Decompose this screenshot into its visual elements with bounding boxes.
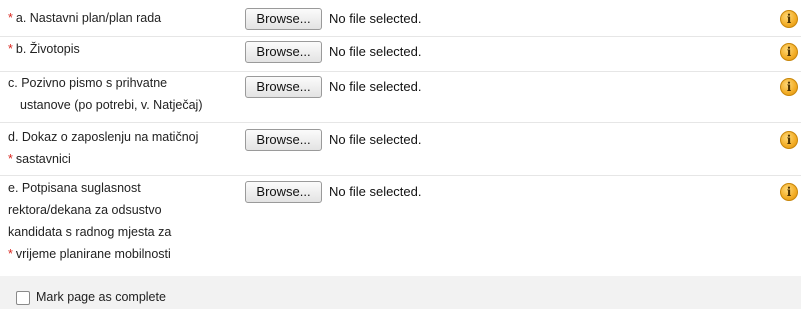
browse-button[interactable]: Browse...: [245, 41, 322, 63]
label-line: ustanove (po potrebi, v. Natječaj): [20, 98, 203, 112]
label-line: c. Pozivno pismo s prihvatne: [8, 76, 168, 90]
upload-label: c. Pozivno pismo s prihvatne ustanove (p…: [8, 72, 238, 116]
upload-row-nastavni-plan: * a. Nastavni plan/plan rada Browse... No…: [0, 0, 801, 37]
file-status: No file selected.: [329, 184, 422, 199]
info-icon[interactable]: i: [780, 131, 798, 149]
info-icon[interactable]: i: [780, 10, 798, 28]
mark-complete-label[interactable]: Mark page as complete: [36, 288, 166, 306]
upload-label: d. Dokaz o zaposlenju na matičnoj * sasta…: [8, 126, 238, 170]
required-marker: *: [8, 42, 13, 56]
browse-button[interactable]: Browse...: [245, 129, 322, 151]
info-glyph: i: [786, 45, 792, 59]
file-status: No file selected.: [329, 79, 422, 94]
info-glyph: i: [786, 80, 792, 94]
upload-row-pozivno-pismo: c. Pozivno pismo s prihvatne ustanove (p…: [0, 72, 801, 123]
label-text: a. Nastavni plan/plan rada: [15, 11, 162, 25]
file-status: No file selected.: [329, 132, 422, 147]
required-marker: *: [8, 152, 13, 166]
label-line: e. Potpisana suglasnost: [8, 181, 141, 195]
label-line: * sastavnici: [8, 148, 238, 170]
browse-button[interactable]: Browse...: [245, 181, 322, 203]
label-text: vrijeme planirane mobilnosti: [15, 247, 171, 261]
mark-complete-checkbox[interactable]: [16, 291, 30, 305]
info-glyph: i: [786, 12, 792, 26]
info-icon[interactable]: i: [780, 78, 798, 96]
upload-row-dokaz-o-zaposlenju: d. Dokaz o zaposlenju na matičnoj * sasta…: [0, 123, 801, 176]
label-line: * b. Životopis: [8, 38, 238, 60]
upload-label: * b. Životopis: [8, 38, 238, 60]
upload-label: e. Potpisana suglasnost rektora/dekana z…: [8, 177, 238, 265]
info-icon[interactable]: i: [780, 183, 798, 201]
info-icon[interactable]: i: [780, 43, 798, 61]
required-marker: *: [8, 247, 13, 261]
label-line: kandidata s radnog mjesta za: [8, 225, 172, 239]
label-line: * a. Nastavni plan/plan rada: [8, 7, 238, 29]
upload-row-zivotopis: * b. Životopis Browse... No file selected…: [0, 37, 801, 72]
info-glyph: i: [786, 133, 792, 147]
label-line: * vrijeme planirane mobilnosti: [8, 243, 238, 265]
label-line: rektora/dekana za odsustvo: [8, 203, 162, 217]
file-status: No file selected.: [329, 11, 422, 26]
file-status: No file selected.: [329, 44, 422, 59]
required-marker: *: [8, 11, 13, 25]
upload-row-suglasnost: e. Potpisana suglasnost rektora/dekana z…: [0, 176, 801, 276]
browse-button[interactable]: Browse...: [245, 8, 322, 30]
browse-button[interactable]: Browse...: [245, 76, 322, 98]
info-glyph: i: [786, 185, 792, 199]
label-text: b. Životopis: [15, 42, 80, 56]
upload-label: * a. Nastavni plan/plan rada: [8, 7, 238, 29]
page-complete-bar: Mark page as complete: [0, 276, 801, 309]
label-text: sastavnici: [15, 152, 71, 166]
label-line: d. Dokaz o zaposlenju na matičnoj: [8, 130, 199, 144]
